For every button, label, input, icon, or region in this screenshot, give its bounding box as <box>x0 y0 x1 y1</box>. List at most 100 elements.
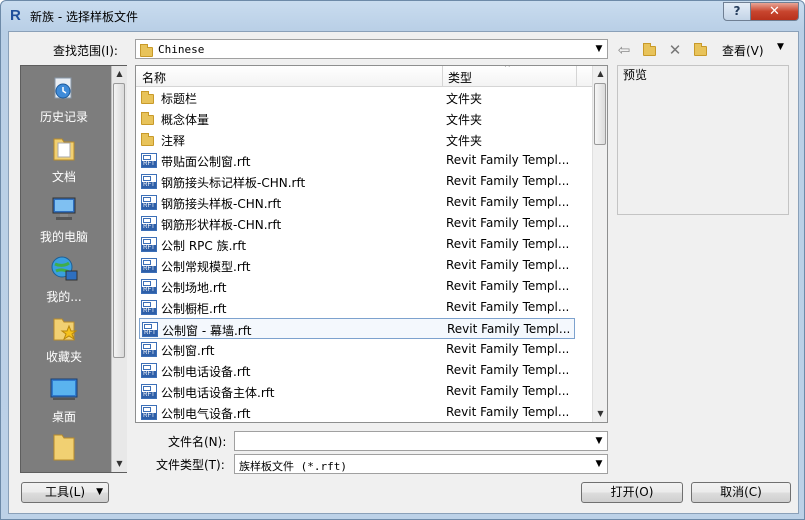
chevron-down-icon: ▼ <box>96 487 103 497</box>
place-label: 桌面 <box>51 410 76 424</box>
places-bar: 历史记录 文档 我的电脑 我的... 收藏夹 桌面 ▲ ▼ <box>20 65 127 473</box>
open-button[interactable]: 打开(O) <box>581 482 683 503</box>
help-button[interactable]: ? <box>723 2 751 21</box>
rft-file-icon <box>141 300 157 318</box>
places-scrollbar[interactable]: ▲ ▼ <box>111 66 127 472</box>
file-row[interactable]: 钢筋接头标记样板-CHN.rft Revit Family Templ... <box>139 171 575 192</box>
place-desktop[interactable]: 桌面 <box>21 374 107 425</box>
file-row[interactable]: 公制橱柜.rft Revit Family Templ... <box>139 297 575 318</box>
rft-file-icon <box>141 237 157 255</box>
scroll-down-icon[interactable]: ▼ <box>593 406 607 422</box>
place-favorites[interactable]: 收藏夹 <box>21 314 107 365</box>
file-list-scrollbar[interactable]: ▲ ▼ <box>592 66 607 422</box>
file-row[interactable]: 公制电话设备主体.rft Revit Family Templ... <box>139 381 575 402</box>
file-name: 带贴面公制窗.rft <box>161 155 251 169</box>
file-row[interactable]: 公制窗 - 幕墙.rft Revit Family Templ... <box>139 318 575 339</box>
column-header-type[interactable]: 类型 <box>448 69 472 86</box>
file-row[interactable]: 公制窗.rft Revit Family Templ... <box>139 339 575 360</box>
file-row[interactable]: 钢筋接头样板-CHN.rft Revit Family Templ... <box>139 192 575 213</box>
file-row[interactable]: 公制常规模型.rft Revit Family Templ... <box>139 255 575 276</box>
lookin-label: 查找范围(I): <box>53 44 118 58</box>
scroll-down-icon[interactable]: ▼ <box>112 456 127 472</box>
network-icon <box>51 256 78 281</box>
file-name: 钢筋接头标记样板-CHN.rft <box>161 176 306 190</box>
up-folder-icon[interactable] <box>639 40 659 60</box>
rft-file-icon <box>141 195 157 213</box>
file-type: Revit Family Templ... <box>446 363 570 377</box>
rft-file-icon <box>141 174 157 192</box>
lookin-combo[interactable]: Chinese ▼ <box>135 39 608 59</box>
file-row[interactable]: 注释 文件夹 <box>139 129 575 150</box>
computer-icon <box>52 197 76 220</box>
place-documents[interactable]: 文档 <box>21 134 107 185</box>
place-folder[interactable] <box>21 432 107 466</box>
title-bar: R 新族 - 选择样板文件 ? ✕ <box>1 1 804 31</box>
new-folder-icon[interactable] <box>690 40 710 60</box>
revit-app-icon: R <box>10 7 21 24</box>
place-network[interactable]: 我的... <box>21 254 107 305</box>
history-icon <box>54 77 72 99</box>
file-type: Revit Family Templ... <box>446 279 570 293</box>
preview-label: 预览 <box>623 68 648 82</box>
file-row[interactable]: 公制 RPC 族.rft Revit Family Templ... <box>139 234 575 255</box>
filetype-select[interactable]: 族样板文件 (*.rft) ▼ <box>234 454 608 474</box>
place-label: 文档 <box>51 170 76 184</box>
file-type: Revit Family Templ... <box>446 342 570 356</box>
chevron-down-icon[interactable]: ▼ <box>591 40 607 58</box>
view-dropdown-icon[interactable]: ▼ <box>777 42 784 52</box>
scrollbar-thumb[interactable] <box>113 83 125 358</box>
cancel-button[interactable]: 取消(C) <box>691 482 791 503</box>
rft-file-icon <box>141 279 157 297</box>
file-row[interactable]: 公制电话设备.rft Revit Family Templ... <box>139 360 575 381</box>
file-type: Revit Family Templ... <box>446 405 570 419</box>
rft-file-icon <box>141 153 157 171</box>
rft-file-icon <box>141 405 157 422</box>
documents-icon <box>53 138 75 161</box>
column-header-name[interactable]: 名称 <box>142 69 166 86</box>
close-button[interactable]: ✕ <box>750 2 799 21</box>
lookin-value: Chinese <box>158 43 205 56</box>
chevron-down-icon[interactable]: ▼ <box>591 455 607 473</box>
scroll-up-icon[interactable]: ▲ <box>593 66 607 82</box>
folder-icon <box>53 434 75 461</box>
scroll-up-icon[interactable]: ▲ <box>112 66 127 82</box>
desktop-icon <box>50 378 78 400</box>
scrollbar-thumb[interactable] <box>594 83 606 145</box>
folder-icon <box>141 111 154 125</box>
chevron-down-icon[interactable]: ▼ <box>591 432 607 450</box>
file-name: 注释 <box>161 134 186 148</box>
delete-icon[interactable]: ✕ <box>665 40 685 60</box>
file-name: 公制常规模型.rft <box>161 260 251 274</box>
file-row[interactable]: 带贴面公制窗.rft Revit Family Templ... <box>139 150 575 171</box>
file-type: 文件夹 <box>446 134 483 148</box>
file-row[interactable]: 概念体量 文件夹 <box>139 108 575 129</box>
sort-arrow-icon: ^ <box>504 65 511 72</box>
tools-button[interactable]: 工具(L) ▼ <box>21 482 109 503</box>
file-type: Revit Family Templ... <box>447 322 571 336</box>
file-name: 公制场地.rft <box>161 281 227 295</box>
place-computer[interactable]: 我的电脑 <box>21 194 107 245</box>
view-menu-label[interactable]: 查看(V) <box>722 42 764 59</box>
place-label: 我的... <box>46 290 82 304</box>
filename-input[interactable]: ▼ <box>234 431 608 451</box>
file-type: Revit Family Templ... <box>446 258 570 272</box>
file-type: 文件夹 <box>446 92 483 106</box>
file-row[interactable]: 公制场地.rft Revit Family Templ... <box>139 276 575 297</box>
file-type: Revit Family Templ... <box>446 300 570 314</box>
file-row[interactable]: 公制电气设备.rft Revit Family Templ... <box>139 402 575 422</box>
favorites-icon <box>53 318 78 341</box>
file-row[interactable]: 标题栏 文件夹 <box>139 87 575 108</box>
file-type: Revit Family Templ... <box>446 195 570 209</box>
back-icon[interactable]: ⇦ <box>614 40 634 60</box>
file-row[interactable]: 钢筋形状样板-CHN.rft Revit Family Templ... <box>139 213 575 234</box>
file-name: 公制窗 - 幕墙.rft <box>162 324 252 338</box>
file-type: Revit Family Templ... <box>446 216 570 230</box>
folder-icon <box>141 132 154 146</box>
preview-panel: 预览 <box>617 65 789 215</box>
file-type: Revit Family Templ... <box>446 384 570 398</box>
rft-file-icon <box>141 216 157 234</box>
filetype-label: 文件类型(T): <box>156 458 225 472</box>
folder-icon <box>140 43 153 58</box>
place-history[interactable]: 历史记录 <box>21 74 107 125</box>
filetype-value: 族样板文件 (*.rft) <box>239 460 347 473</box>
